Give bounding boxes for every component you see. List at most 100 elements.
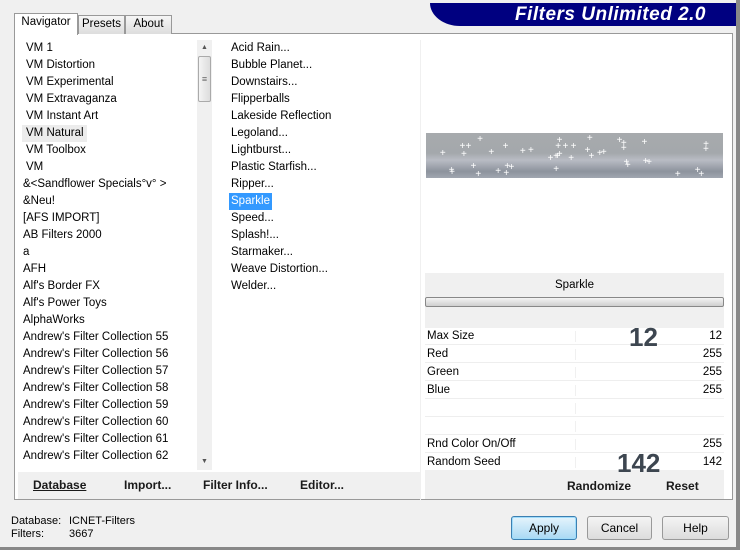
help-button[interactable]: Help	[662, 516, 729, 540]
parameter-label: Red	[427, 348, 449, 360]
category-item[interactable]: Alf's Border FX	[23, 278, 100, 295]
category-item[interactable]: Andrew's Filter Collection 55	[23, 329, 168, 346]
parameter-row[interactable]	[425, 400, 724, 417]
category-item[interactable]: VM Instant Art	[26, 108, 98, 125]
parameter-row[interactable]: Red 255	[425, 346, 724, 363]
category-item[interactable]: Andrew's Filter Collection 56	[23, 346, 168, 363]
slider-tick	[575, 367, 576, 378]
parameter-row[interactable]: Random Seed 142	[425, 454, 724, 471]
apply-button[interactable]: Apply	[511, 516, 577, 540]
parameter-row[interactable]: Max Size 12	[425, 328, 724, 345]
filter-item[interactable]: Legoland...	[229, 125, 290, 142]
category-item[interactable]: VM Distortion	[26, 57, 95, 74]
filter-item[interactable]: Ripper...	[229, 176, 276, 193]
category-item[interactable]: &<Sandflower Specials°v° >	[23, 176, 166, 193]
cancel-button[interactable]: Cancel	[587, 516, 652, 540]
filter-item[interactable]: Lightburst...	[229, 142, 293, 159]
sparkle-icon: +	[488, 146, 495, 158]
filter-item[interactable]: Sparkle	[229, 193, 272, 210]
max-size-big-value: 12	[629, 322, 658, 352]
slider-tick	[575, 349, 576, 360]
tab-presets[interactable]: Presets	[78, 15, 125, 34]
parameter-label: Random Seed	[427, 456, 501, 468]
sparkle-icon: +	[470, 161, 477, 173]
filter-item[interactable]: Flipperballs	[229, 91, 292, 108]
filters-count-value: 3667	[69, 528, 94, 540]
filter-info-button[interactable]: Filter Info...	[203, 478, 268, 492]
parameter-label: Rnd Color On/Off	[427, 438, 516, 450]
tab-about[interactable]: About	[125, 15, 172, 34]
sparkle-icon: +	[465, 140, 472, 152]
sparkle-icon: +	[556, 135, 563, 147]
preview-image: + + + + + + + + + + + + + + + + + + + + + + + + + + + + + + + + + + + + + + + +…	[426, 132, 723, 180]
scrollbar-thumb[interactable]: ≡	[198, 56, 211, 102]
category-item[interactable]: Andrew's Filter Collection 59	[23, 397, 168, 414]
category-item[interactable]: a	[23, 244, 29, 261]
sparkle-icon: +	[495, 165, 502, 177]
category-item[interactable]: Andrew's Filter Collection 57	[23, 363, 168, 380]
filter-item[interactable]: Acid Rain...	[229, 40, 292, 57]
sparkle-icon: +	[503, 168, 510, 180]
sparkle-icon: +	[703, 144, 709, 156]
parameter-slider[interactable]	[425, 297, 724, 307]
scroll-down-icon[interactable]: ▼	[197, 455, 212, 469]
category-item[interactable]: &Neu!	[23, 193, 55, 210]
filter-list[interactable]: Acid Rain... Bubble Planet... Downstairs..…	[218, 40, 418, 472]
category-item[interactable]: VM Experimental	[26, 74, 114, 91]
filter-item[interactable]: Plastic Starfish...	[229, 159, 319, 176]
filter-item[interactable]: Lakeside Reflection	[229, 108, 333, 125]
sparkle-icon: +	[553, 163, 560, 175]
parameter-row[interactable]	[425, 418, 724, 435]
category-item[interactable]: VM	[26, 159, 43, 176]
category-item[interactable]: VM Natural	[22, 125, 87, 142]
slider-tick	[575, 385, 576, 396]
category-item[interactable]: AFH	[23, 261, 46, 278]
parameter-label: Green	[427, 366, 459, 378]
database-button[interactable]: Database	[33, 478, 86, 492]
sparkle-icon: +	[570, 140, 577, 152]
parameter-row[interactable]: Green 255	[425, 364, 724, 381]
reset-button[interactable]: Reset	[666, 479, 699, 493]
sparkle-icon: +	[568, 153, 575, 165]
category-item[interactable]: VM Extravaganza	[26, 91, 117, 108]
filter-item[interactable]: Weave Distortion...	[229, 261, 330, 278]
filter-item[interactable]: Bubble Planet...	[229, 57, 314, 74]
category-item[interactable]: Andrew's Filter Collection 62	[23, 448, 168, 465]
editor-button[interactable]: Editor...	[300, 478, 344, 492]
category-item[interactable]: AB Filters 2000	[23, 227, 102, 244]
randomize-button[interactable]: Randomize	[567, 479, 631, 493]
sparkle-icon: +	[586, 132, 593, 144]
tab-navigator[interactable]: Navigator	[14, 13, 78, 35]
category-list[interactable]: VM 1 VM Distortion VM Experimental VM Extra…	[18, 40, 197, 472]
divider	[420, 40, 421, 500]
category-item[interactable]: Andrew's Filter Collection 58	[23, 380, 168, 397]
parameter-label: Blue	[427, 384, 451, 396]
filter-item[interactable]: Splash!...	[229, 227, 281, 244]
category-item[interactable]: VM Toolbox	[26, 142, 86, 159]
sparkle-icon: +	[641, 137, 648, 148]
scroll-up-icon[interactable]: ▲	[197, 41, 212, 55]
parameter-row[interactable]: Blue 255	[425, 382, 724, 399]
filter-item[interactable]: Downstairs...	[229, 74, 299, 91]
category-item[interactable]: AlphaWorks	[23, 312, 85, 329]
filter-item[interactable]: Speed...	[229, 210, 276, 227]
category-item[interactable]: Andrew's Filter Collection 60	[23, 414, 168, 431]
parameter-value: 255	[702, 366, 722, 378]
slider-tick	[575, 457, 576, 468]
import-button[interactable]: Import...	[124, 478, 171, 492]
filter-item[interactable]: Welder...	[229, 278, 278, 295]
filters-count-label: Filters:	[11, 528, 44, 540]
category-scrollbar[interactable]	[197, 40, 212, 470]
parameter-row[interactable]: Rnd Color On/Off 255	[425, 436, 724, 453]
title-banner: Filters Unlimited 2.0	[430, 3, 736, 26]
category-item[interactable]: [AFS IMPORT]	[23, 210, 99, 227]
filter-item[interactable]: Starmaker...	[229, 244, 295, 261]
filter-name-header: Sparkle	[425, 273, 724, 297]
category-item[interactable]: Alf's Power Toys	[23, 295, 107, 312]
sparkle-icon: +	[642, 156, 649, 168]
sparkle-icon: +	[620, 142, 627, 154]
sparkle-icon: +	[674, 168, 681, 180]
category-item[interactable]: Andrew's Filter Collection 61	[23, 431, 168, 448]
sparkle-icon: +	[519, 145, 526, 157]
category-item[interactable]: VM 1	[26, 40, 53, 57]
